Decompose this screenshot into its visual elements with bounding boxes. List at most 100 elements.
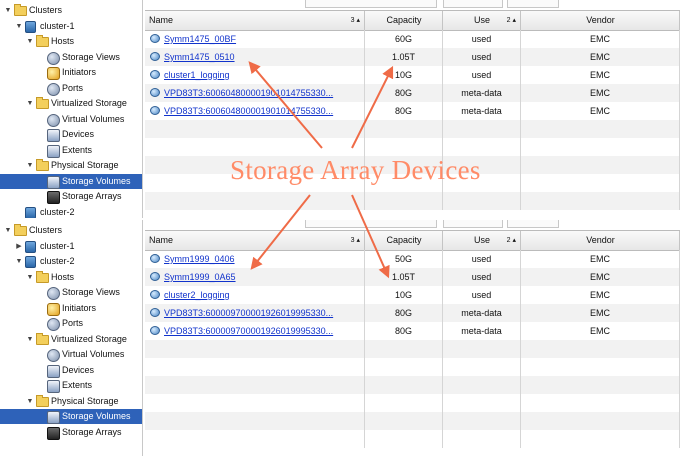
volume-name-link[interactable]: Symm1475_0510	[164, 48, 235, 66]
cell-vendor	[521, 358, 680, 376]
table-row[interactable]: cluster1_logging 10G used EMC	[145, 66, 680, 84]
scroll-tab[interactable]	[443, 220, 503, 228]
cell-use: used	[443, 66, 521, 84]
expanded-triangle-icon[interactable]: ▼	[26, 332, 34, 347]
table-row[interactable]: VPD83T3:600009700001926019995330... 80G me…	[145, 322, 680, 340]
tree-item[interactable]: Storage Arrays	[0, 425, 142, 440]
expanded-triangle-icon[interactable]: ▼	[26, 34, 34, 49]
cell-capacity	[365, 340, 443, 358]
tree-item[interactable]: Ports	[0, 316, 142, 331]
column-header-name[interactable]: Name 3 ▴	[145, 231, 365, 250]
cell-name	[145, 120, 365, 138]
tree-item[interactable]: Extents	[0, 143, 142, 158]
tree-item[interactable]: Storage Views	[0, 50, 142, 65]
empty-table-row	[145, 340, 680, 358]
tree-item-label: Physical Storage	[51, 395, 119, 406]
tree-item[interactable]: ▼ Hosts	[0, 270, 142, 285]
column-header-capacity[interactable]: Capacity	[365, 231, 443, 250]
expanded-triangle-icon[interactable]: ▼	[26, 158, 34, 173]
table-row[interactable]: VPD83T3:600604800001901014755330... 80G me…	[145, 84, 680, 102]
table-row[interactable]: Symm1999_0A65 1.05T used EMC	[145, 268, 680, 286]
column-header-capacity[interactable]: Capacity	[365, 11, 443, 30]
tree-item[interactable]: ▼ Virtualized Storage	[0, 96, 142, 111]
cell-vendor-text: EMC	[590, 290, 610, 300]
tree-item[interactable]: Ports	[0, 81, 142, 96]
volume-name-link[interactable]: cluster2_logging	[164, 286, 230, 304]
tree-item[interactable]: Initiators	[0, 301, 142, 316]
volume-name-link[interactable]: cluster1_logging	[164, 66, 230, 84]
tree-item[interactable]: ▼ Clusters	[0, 3, 142, 18]
tree-item[interactable]: ▼ Physical Storage	[0, 394, 142, 409]
volume-name-link[interactable]: VPD83T3:600009700001926019995330...	[164, 304, 333, 322]
table-row[interactable]: Symm1999_0406 50G used EMC	[145, 250, 680, 268]
scroll-tab[interactable]	[443, 0, 503, 8]
tree-item[interactable]: ▼ Hosts	[0, 34, 142, 49]
scroll-tab[interactable]	[507, 220, 559, 228]
tree-item[interactable]: Virtual Volumes	[0, 347, 142, 362]
cell-vendor-text: EMC	[590, 254, 610, 264]
table-row[interactable]: cluster2_logging 10G used EMC	[145, 286, 680, 304]
column-header-vendor[interactable]: Vendor	[521, 11, 680, 30]
folder-icon	[36, 332, 49, 345]
tree-item-label: Devices	[62, 129, 95, 139]
tree-item[interactable]: ▼ Physical Storage	[0, 158, 142, 173]
table-header: Name 3 ▴ Capacity Use 2 ▴ Vendor	[145, 230, 680, 251]
column-header-label: Vendor	[586, 15, 615, 25]
cell-use	[443, 412, 521, 430]
tree-item[interactable]: Storage Views	[0, 285, 142, 300]
tree-item[interactable]: Storage Volumes	[0, 409, 142, 424]
table-row[interactable]: VPD83T3:600009700001926019995330... 80G me…	[145, 304, 680, 322]
tree-item-label: Ports	[62, 318, 84, 328]
volume-name-link[interactable]: Symm1999_0406	[164, 250, 235, 268]
volume-name-link[interactable]: VPD83T3:600604800001901014755330...	[164, 84, 333, 102]
cell-name	[145, 430, 365, 448]
tree-item[interactable]: ▼ cluster-1	[0, 19, 142, 34]
tree-item[interactable]: ▼ cluster-2	[0, 254, 142, 269]
scroll-tab[interactable]	[507, 0, 559, 8]
volume-name-link[interactable]: Symm1475_00BF	[164, 30, 236, 48]
table-header: Name 3 ▴ Capacity Use 2 ▴ Vendor	[145, 10, 680, 31]
collapsed-triangle-icon[interactable]: ▶	[15, 239, 23, 254]
tree-item[interactable]: Extents	[0, 378, 142, 393]
tree-item[interactable]: ▼ Clusters	[0, 223, 142, 238]
sort-indicator-icon: 2 ▴	[506, 17, 516, 24]
tree-item[interactable]: ▼ Virtualized Storage	[0, 332, 142, 347]
expanded-triangle-icon[interactable]: ▼	[15, 19, 23, 34]
tree-item[interactable]: ▶ cluster-1	[0, 239, 142, 254]
volume-name-link[interactable]: VPD83T3:600009700001926019995330...	[164, 322, 333, 340]
cell-vendor: EMC	[521, 268, 680, 286]
table-row[interactable]: Symm1475_0510 1.05T used EMC	[145, 48, 680, 66]
volume-name-link[interactable]: Symm1999_0A65	[164, 268, 236, 286]
expanded-triangle-icon[interactable]: ▼	[26, 96, 34, 111]
expanded-triangle-icon[interactable]: ▼	[15, 254, 23, 269]
tree-item-label: Ports	[62, 82, 84, 93]
column-header-use[interactable]: Use 2 ▴	[443, 231, 521, 250]
tree-item[interactable]: cluster-2	[0, 205, 142, 218]
cell-use	[443, 138, 521, 156]
cell-use	[443, 120, 521, 138]
cell-capacity	[365, 430, 443, 448]
tree-item[interactable]: Devices	[0, 363, 142, 378]
table-row[interactable]: VPD83T3:600604800001901014755330... 80G me…	[145, 102, 680, 120]
storage-array-icon	[47, 426, 60, 440]
expanded-triangle-icon[interactable]: ▼	[4, 3, 12, 18]
cell-capacity: 1.05T	[365, 48, 443, 66]
tree-item[interactable]: Virtual Volumes	[0, 112, 142, 127]
tree-item[interactable]: Initiators	[0, 65, 142, 80]
expanded-triangle-icon[interactable]: ▼	[26, 270, 34, 285]
cell-vendor-text: EMC	[590, 326, 610, 336]
tree-item[interactable]: Storage Volumes	[0, 173, 142, 189]
tree-item[interactable]: Storage Arrays	[0, 189, 142, 204]
tree-item[interactable]: Devices	[0, 127, 142, 142]
tree-item-label: Storage Volumes	[62, 411, 131, 421]
scroll-tab[interactable]	[305, 220, 437, 228]
column-header-use[interactable]: Use 2 ▴	[443, 11, 521, 30]
scroll-tab[interactable]	[305, 0, 437, 8]
expanded-triangle-icon[interactable]: ▼	[26, 394, 34, 409]
volume-name-link[interactable]: VPD83T3:600604800001901014755330...	[164, 102, 333, 120]
table-row[interactable]: Symm1475_00BF 60G used EMC	[145, 30, 680, 48]
column-header-name[interactable]: Name 3 ▴	[145, 11, 365, 30]
column-header-vendor[interactable]: Vendor	[521, 231, 680, 250]
cell-vendor-text: EMC	[590, 52, 610, 62]
expanded-triangle-icon[interactable]: ▼	[4, 223, 12, 238]
